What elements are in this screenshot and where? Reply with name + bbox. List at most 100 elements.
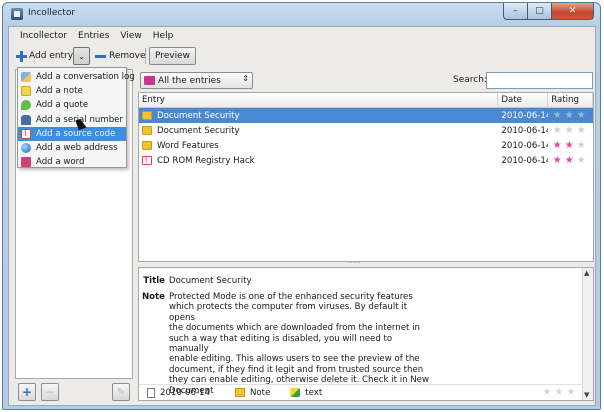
window-controls: – □ ✕	[503, 3, 594, 20]
text-format-icon	[290, 388, 301, 397]
scroll-up-icon[interactable]: ▲	[584, 269, 589, 277]
menu-item-label: Add a quote	[36, 100, 89, 111]
menu-add-conversation-log[interactable]: Add a conversation log	[18, 70, 135, 84]
table-row[interactable]: CD ROM Registry Hack 2010-06-14 ★★★	[139, 153, 593, 168]
menu-add-quote[interactable]: Add a quote	[18, 98, 126, 112]
detail-title-value: Document Security	[169, 276, 252, 286]
star-icon[interactable]: ★	[551, 111, 563, 121]
detail-scrollbar[interactable]: ▲ ▼	[582, 268, 593, 400]
entry-title: Document Security	[157, 110, 240, 121]
entry-filter-select[interactable]: All the entries ⇕	[140, 72, 253, 89]
detail-footer: 2010-06-14 Note text ★ ★ ★	[139, 384, 583, 400]
menu-add-source-code[interactable]: Add a source code	[18, 126, 126, 141]
app-window: Incollector – □ ✕ Incollector Entries Vi…	[2, 2, 601, 410]
search-input[interactable]	[486, 72, 593, 89]
client-area: Incollector Entries View Help Add entry …	[8, 26, 596, 406]
lock-icon	[21, 114, 31, 125]
close-button[interactable]: ✕	[552, 3, 594, 20]
chevron-updown-icon: ⇕	[242, 74, 249, 83]
add-collection-button[interactable]: +	[18, 383, 36, 401]
menu-entries[interactable]: Entries	[78, 31, 109, 41]
menu-add-note[interactable]: Add a note	[18, 84, 126, 98]
menu-add-word[interactable]: Add a word	[18, 155, 126, 169]
star-icon[interactable]: ★	[565, 388, 577, 398]
detail-title-row: Title Document Security	[139, 276, 252, 286]
star-icon[interactable]: ★	[575, 141, 587, 151]
remove-button[interactable]: Remove	[95, 47, 146, 65]
rating-cell[interactable]: ★ ★ ★	[548, 156, 593, 166]
remove-collection-button[interactable]: −	[41, 383, 59, 401]
rating-cell[interactable]: ★ ★ ★	[548, 126, 593, 136]
star-icon[interactable]: ★	[551, 126, 563, 136]
menu-item-label: Add a note	[36, 86, 83, 97]
table-row[interactable]: Word Features 2010-06-14 ★ ★ ★	[139, 138, 593, 153]
date-cell: 2010-06-14	[501, 125, 549, 136]
star-icon[interactable]: ★	[575, 111, 587, 121]
menu-add-serial-number[interactable]: Add a serial number	[18, 113, 126, 127]
add-entry-button[interactable]: Add entry	[16, 47, 73, 65]
footer-rating[interactable]: ★ ★ ★	[541, 388, 577, 398]
star-icon[interactable]: ★	[563, 141, 575, 151]
menu-incollector[interactable]: Incollector	[20, 31, 67, 41]
minus-icon	[95, 54, 106, 58]
note-line: enable editing. This allows users to see…	[169, 354, 420, 365]
add-entry-menu: Add a conversation log Add a note Add a …	[17, 67, 135, 169]
footer-format: text	[305, 387, 323, 398]
star-icon[interactable]: ★	[551, 141, 563, 151]
table-row[interactable]: Document Security 2010-06-14 ★ ★ ★	[139, 123, 593, 138]
search-label: Search:	[453, 75, 487, 85]
detail-note-text: Protected Mode is one of the enhanced se…	[169, 292, 431, 396]
globe-icon	[21, 143, 31, 154]
note-icon	[142, 126, 152, 135]
note-line: which protects the computer from viruses…	[169, 302, 408, 323]
star-icon[interactable]: ★	[563, 156, 575, 166]
entry-title: Word Features	[157, 140, 219, 151]
footer-date: 2010-06-14	[160, 387, 210, 398]
menu-bar: Incollector Entries View Help	[9, 27, 595, 44]
rating-cell[interactable]: ★ ★ ★	[548, 141, 593, 151]
entry-cell: Document Security	[139, 111, 498, 121]
calendar-icon	[147, 387, 155, 398]
collection-icon	[144, 76, 155, 85]
date-cell: 2010-06-14	[501, 140, 549, 151]
menu-item-label: Add a word	[36, 157, 85, 168]
column-header-date[interactable]: Date	[498, 93, 549, 107]
minimize-button[interactable]: –	[503, 3, 528, 20]
column-header-rating[interactable]: Rating	[548, 93, 593, 107]
add-entry-label: Add entry	[29, 51, 74, 61]
star-icon[interactable]: ★	[575, 126, 587, 136]
menu-view[interactable]: View	[120, 31, 141, 41]
entry-title: Document Security	[157, 125, 240, 136]
filter-row: All the entries ⇕ Search:	[138, 70, 593, 90]
window-title: Incollector	[28, 8, 76, 18]
date-cell: 2010-06-14	[501, 110, 549, 121]
table-header: Entry Date Rating	[139, 93, 593, 108]
title-bar[interactable]: Incollector – □ ✕	[3, 3, 600, 25]
menu-help[interactable]: Help	[153, 31, 174, 41]
note-icon	[234, 388, 245, 397]
note-line: Protected Mode is one of the enhanced se…	[169, 292, 413, 302]
preview-button[interactable]: Preview	[149, 47, 197, 65]
maximize-button[interactable]: □	[528, 3, 552, 20]
star-icon[interactable]: ★	[553, 388, 565, 398]
rating-cell[interactable]: ★ ★ ★	[548, 111, 593, 121]
star-icon[interactable]: ★	[551, 156, 563, 166]
note-line: such a way that editing is disabled, you…	[169, 333, 393, 355]
quote-icon	[21, 100, 31, 111]
add-entry-dropdown-button[interactable]: ⌄	[73, 47, 90, 65]
star-icon[interactable]: ★	[575, 156, 587, 166]
collections-toolbar: + − ✎	[15, 381, 133, 403]
star-icon[interactable]: ★	[563, 126, 575, 136]
column-header-entry[interactable]: Entry	[139, 93, 499, 107]
star-icon[interactable]: ★	[541, 388, 553, 398]
entry-title: CD ROM Registry Hack	[157, 155, 255, 166]
note-icon	[21, 86, 31, 97]
scroll-down-icon[interactable]: ▼	[584, 391, 589, 399]
plus-icon	[16, 50, 27, 62]
entry-cell: Document Security	[139, 126, 498, 136]
footer-type: Note	[249, 387, 271, 398]
menu-add-web-address[interactable]: Add a web address	[18, 141, 126, 155]
star-icon[interactable]: ★	[563, 111, 575, 121]
table-row[interactable]: Document Security 2010-06-14 ★ ★ ★	[139, 108, 593, 123]
edit-collection-button[interactable]: ✎	[112, 383, 130, 401]
